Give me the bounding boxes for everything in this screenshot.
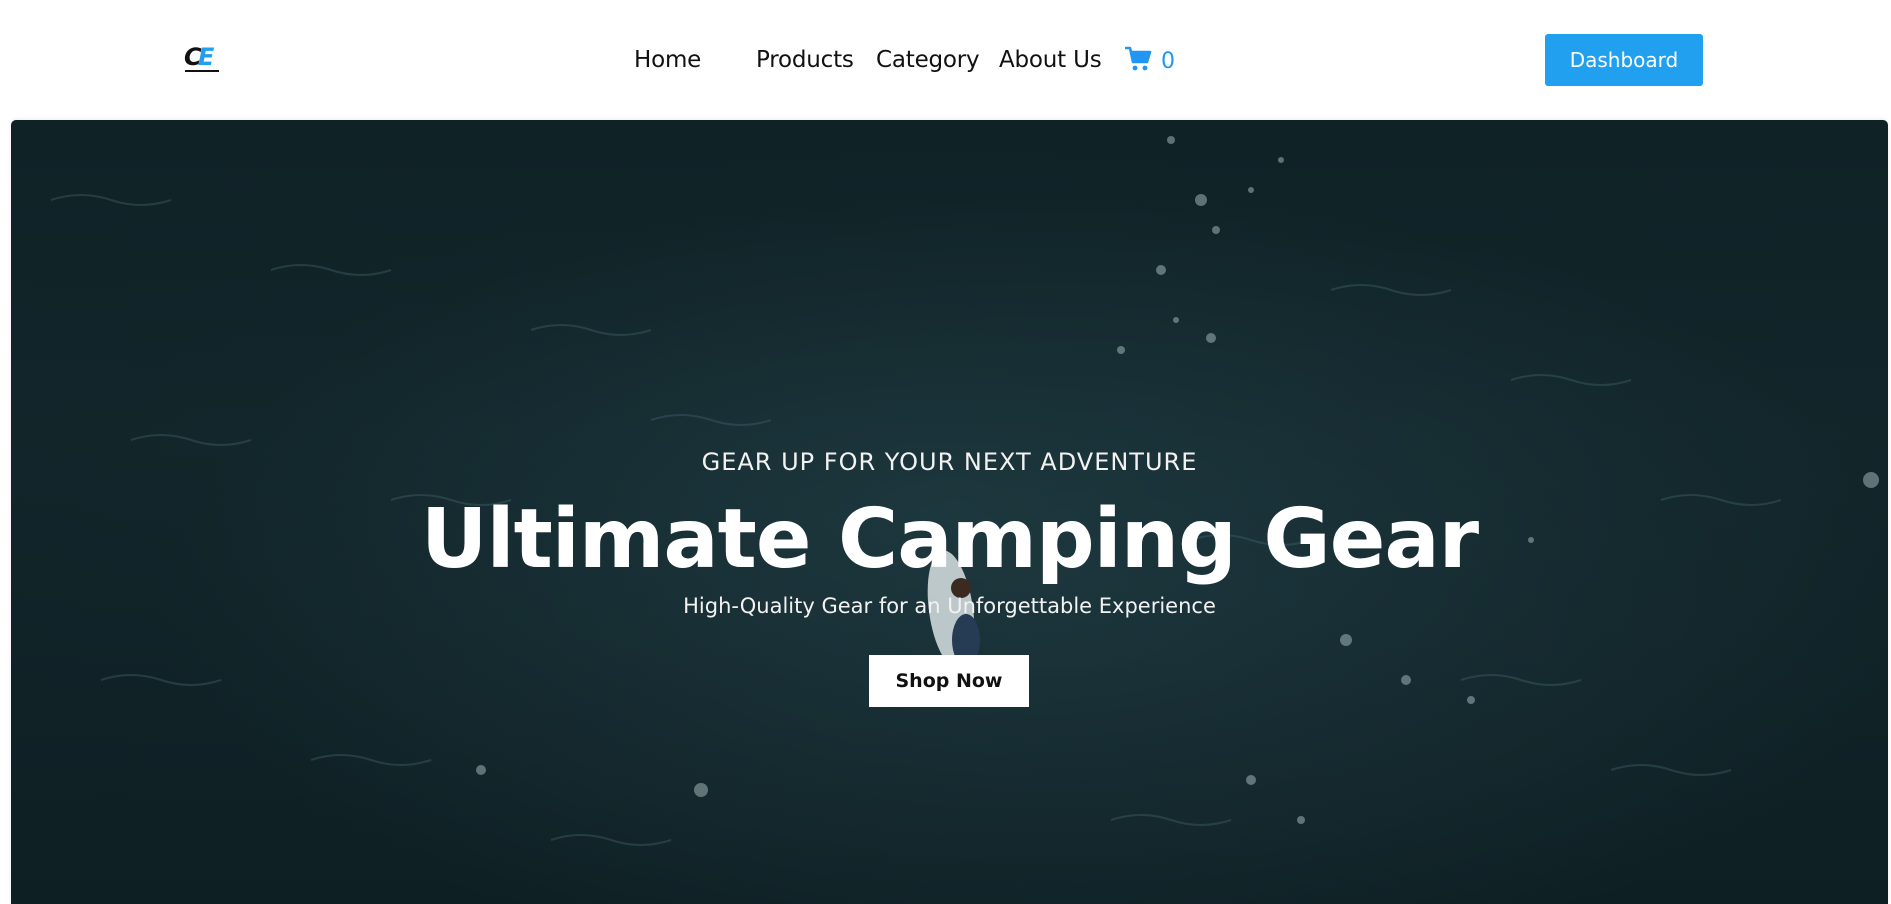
nav-about-link[interactable]: About Us <box>999 46 1102 74</box>
site-header: C E Home Products Category About Us 0 Da… <box>0 0 1891 120</box>
cart-button[interactable]: 0 <box>1124 46 1175 77</box>
hero-headline: Ultimate Camping Gear <box>420 492 1479 587</box>
nav-home-link[interactable]: Home <box>634 46 701 74</box>
cart-count-badge: 0 <box>1161 48 1175 74</box>
hero-eyebrow: GEAR UP FOR YOUR NEXT ADVENTURE <box>701 448 1198 476</box>
hero-subline: High-Quality Gear for an Unforgettable E… <box>683 594 1216 618</box>
shopping-cart-icon <box>1124 46 1153 77</box>
hero-content: GEAR UP FOR YOUR NEXT ADVENTURE Ultimate… <box>11 120 1888 904</box>
shop-now-button[interactable]: Shop Now <box>869 655 1029 707</box>
dashboard-button[interactable]: Dashboard <box>1545 34 1703 86</box>
nav-products-link[interactable]: Products <box>756 46 854 74</box>
nav-category-link[interactable]: Category <box>876 46 980 74</box>
hero-banner: GEAR UP FOR YOUR NEXT ADVENTURE Ultimate… <box>11 120 1888 904</box>
